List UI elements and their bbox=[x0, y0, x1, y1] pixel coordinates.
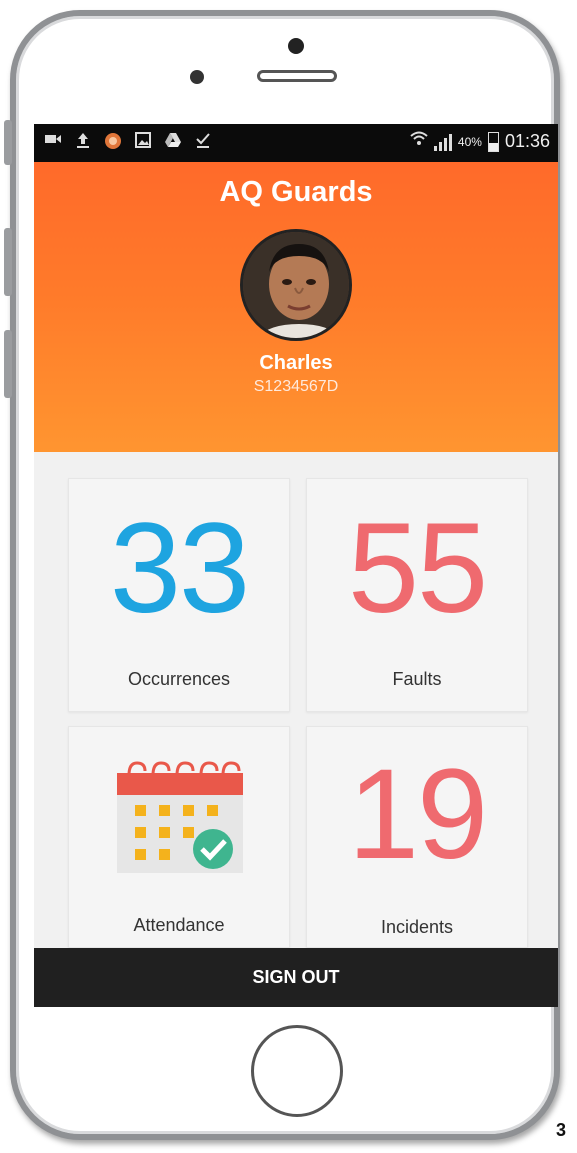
app-notification-icon bbox=[104, 132, 122, 150]
app-screen: 40% 01:36 AQ Guards Charles S1234567D 33… bbox=[34, 124, 558, 1007]
phone-camera bbox=[288, 38, 304, 54]
notification-icons bbox=[44, 132, 212, 150]
clock: 01:36 bbox=[504, 131, 550, 151]
upload-icon bbox=[74, 132, 92, 150]
signal-icon bbox=[433, 133, 452, 151]
sign-out-button[interactable]: SIGN OUT bbox=[34, 948, 558, 1007]
faults-count: 55 bbox=[347, 497, 488, 640]
user-id: S1234567D bbox=[253, 378, 339, 395]
wifi-icon bbox=[410, 130, 428, 153]
phone-speaker bbox=[257, 70, 337, 82]
download-done-icon bbox=[194, 132, 212, 150]
user-name: Charles bbox=[259, 352, 333, 374]
faults-card[interactable]: 55 Faults bbox=[306, 478, 528, 712]
drive-icon bbox=[164, 132, 182, 150]
status-right: 40% 01:36 bbox=[410, 130, 550, 153]
phone-mute-switch bbox=[4, 120, 12, 165]
avatar[interactable] bbox=[240, 229, 352, 341]
video-icon bbox=[44, 132, 62, 150]
corner-text: 3 bbox=[556, 1120, 567, 1140]
phone-volume-up-button bbox=[4, 228, 12, 296]
phone-sensor bbox=[190, 70, 204, 84]
phone-home-button[interactable] bbox=[251, 1025, 343, 1117]
profile-header: AQ Guards Charles S1234567D bbox=[34, 162, 558, 452]
status-bar: 40% 01:36 bbox=[34, 124, 558, 162]
occurrences-label: Occurrences bbox=[127, 669, 231, 689]
calendar-check-icon bbox=[117, 761, 243, 873]
battery-icon bbox=[487, 131, 499, 152]
incidents-count: 19 bbox=[347, 743, 488, 886]
gallery-icon bbox=[134, 132, 152, 150]
faults-label: Faults bbox=[392, 669, 442, 689]
phone-volume-down-button bbox=[4, 330, 12, 398]
app-title: AQ Guards bbox=[219, 176, 373, 208]
incidents-card[interactable]: 19 Incidents bbox=[306, 726, 528, 948]
attendance-card[interactable]: Attendance bbox=[68, 726, 290, 948]
avatar-photo bbox=[243, 232, 349, 338]
incidents-label: Incidents bbox=[380, 917, 454, 937]
battery-percent: 40% bbox=[457, 134, 482, 149]
attendance-label: Attendance bbox=[133, 915, 225, 935]
occurrences-card[interactable]: 33 Occurrences bbox=[68, 478, 290, 712]
occurrences-count: 33 bbox=[109, 497, 250, 640]
